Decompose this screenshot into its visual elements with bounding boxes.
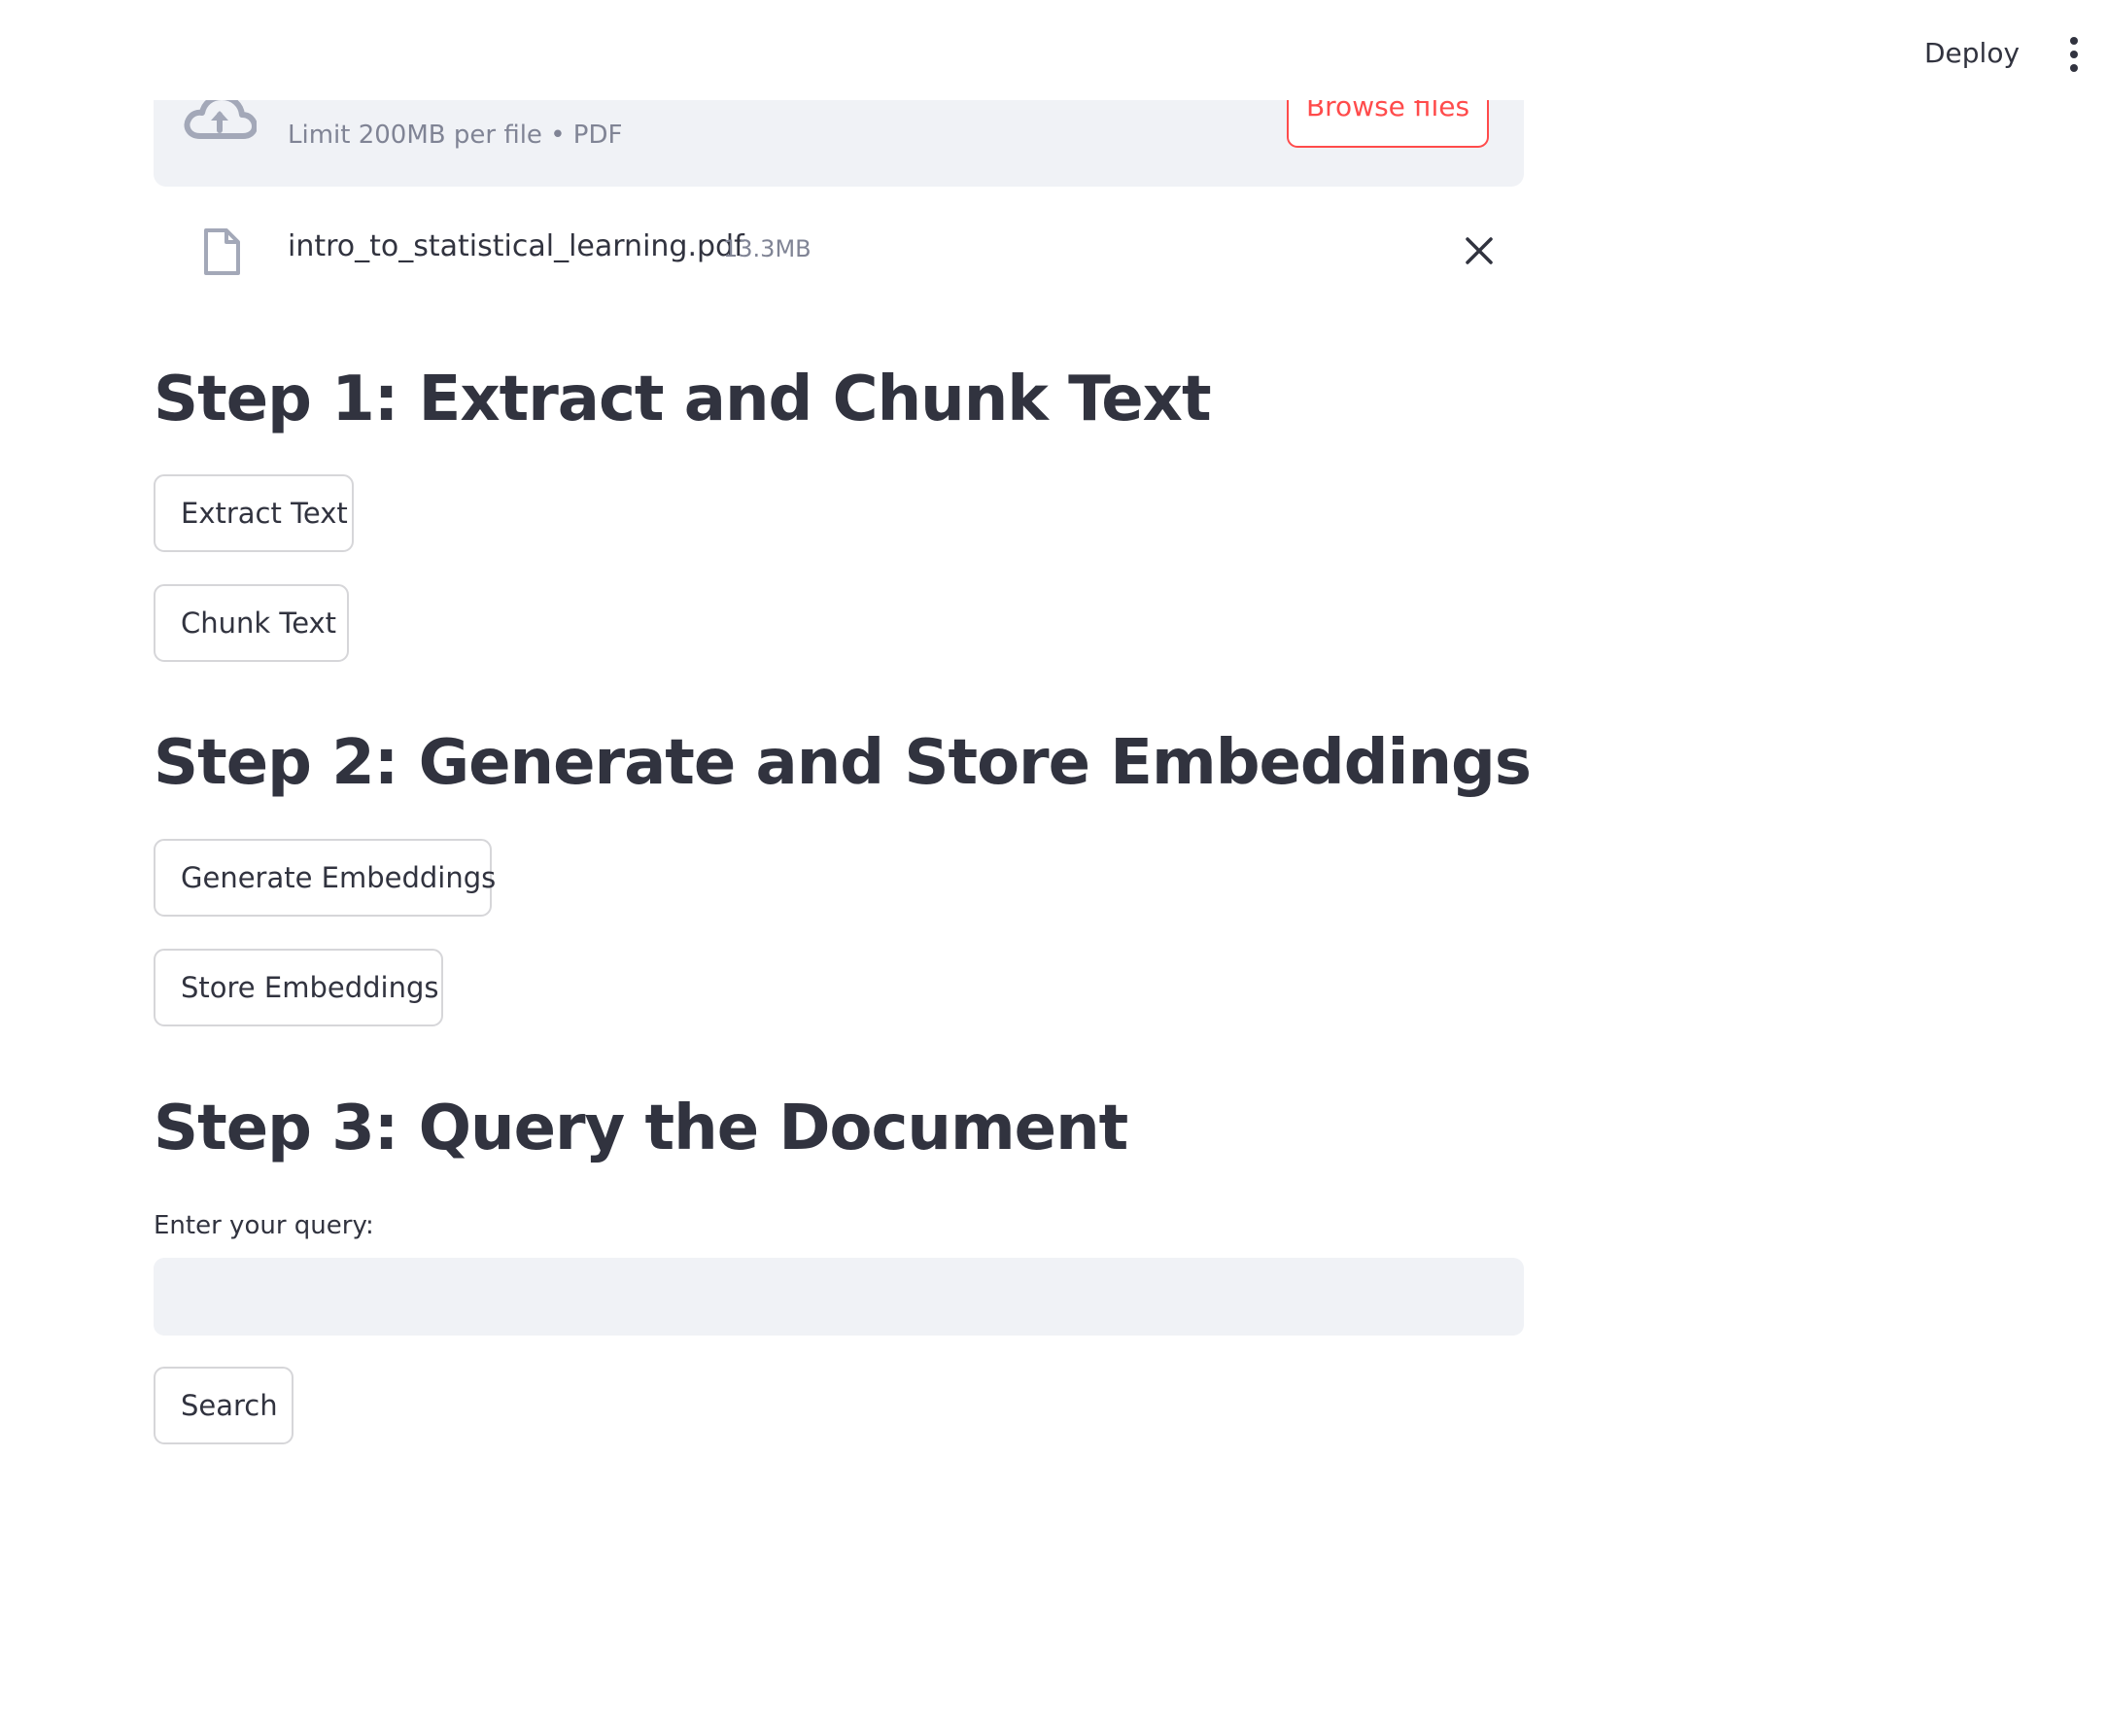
uploaded-file-size: 13.3MB — [723, 235, 812, 262]
store-embeddings-button[interactable]: Store Embeddings — [154, 949, 443, 1026]
uploaded-file-name: intro_to_statistical_learning.pdf — [288, 229, 744, 263]
step1-heading: Step 1: Extract and Chunk Text — [154, 364, 1212, 435]
query-input[interactable] — [154, 1258, 1524, 1336]
upload-limit-text: Limit 200MB per file • PDF — [288, 121, 623, 150]
kebab-menu-icon[interactable] — [2068, 37, 2080, 72]
step3-heading: Step 3: Query the Document — [154, 1093, 1128, 1164]
uploaded-file-row: intro_to_statistical_learning.pdf 13.3MB — [154, 216, 1524, 284]
query-label: Enter your query: — [154, 1211, 374, 1240]
step2-heading: Step 2: Generate and Store Embeddings — [154, 727, 1532, 799]
top-header: Deploy — [0, 0, 2107, 100]
extract-text-button[interactable]: Extract Text — [154, 474, 354, 552]
chunk-text-button[interactable]: Chunk Text — [154, 584, 349, 662]
search-button[interactable]: Search — [154, 1367, 294, 1444]
deploy-button[interactable]: Deploy — [1924, 37, 2020, 69]
close-icon[interactable] — [1462, 233, 1497, 268]
app-page: Limit 200MB per file • PDF Browse files … — [0, 0, 2107, 1736]
generate-embeddings-button[interactable]: Generate Embeddings — [154, 839, 496, 917]
file-icon — [204, 228, 240, 275]
